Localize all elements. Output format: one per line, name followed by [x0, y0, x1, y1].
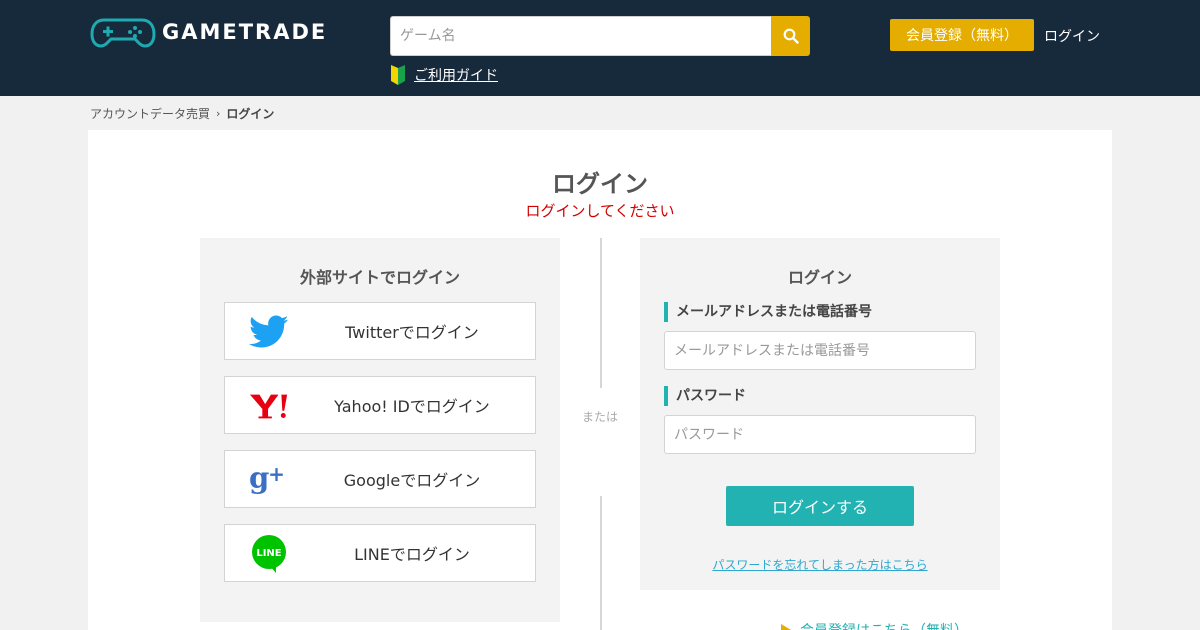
guide-link[interactable]: ご利用ガイド [390, 64, 498, 86]
svg-text:g: g [249, 461, 269, 494]
email-field[interactable] [664, 331, 976, 370]
line-login-button[interactable]: LINE LINEでログイン [224, 524, 536, 582]
search-box [390, 16, 810, 56]
login-link[interactable]: ログイン [1044, 26, 1100, 46]
google-login-button[interactable]: g + Googleでログイン [224, 450, 536, 508]
gamepad-icon [90, 18, 156, 48]
google-plus-icon: g + [249, 461, 289, 499]
chevron-right-icon: › [216, 106, 221, 120]
password-field[interactable] [664, 415, 976, 454]
logo-text: GAMETRADE [162, 20, 328, 44]
social-login-title: 外部サイトでログイン [299, 268, 460, 287]
login-prompt-message: ログインしてください [525, 202, 675, 220]
divider-line [600, 496, 602, 630]
yahoo-login-label: Yahoo! IDでログイン [334, 397, 490, 416]
login-form-title: ログイン [787, 268, 852, 287]
password-field-label: パスワード [664, 386, 746, 406]
yahoo-icon [249, 387, 289, 425]
twitter-icon [249, 313, 289, 351]
line-login-label: LINEでログイン [354, 545, 470, 564]
social-login-panel: 外部サイトでログイン Twitterでログイン Yahoo! IDでログイン g… [200, 238, 560, 622]
google-login-label: Googleでログイン [343, 471, 481, 490]
email-field-label: メールアドレスまたは電話番号 [664, 302, 872, 322]
search-icon [783, 28, 799, 44]
divider-text: または [581, 410, 618, 424]
twitter-login-button[interactable]: Twitterでログイン [224, 302, 536, 360]
svg-text:+: + [268, 462, 285, 486]
site-logo[interactable]: GAMETRADE [90, 16, 327, 48]
breadcrumb-item-current: ログイン [226, 106, 275, 121]
arrow-icon [781, 624, 791, 630]
login-submit-button[interactable]: ログインする [726, 486, 914, 526]
breadcrumb: アカウントデータ売買 › ログイン [90, 104, 274, 122]
search-input[interactable] [390, 16, 771, 56]
register-link[interactable]: 会員登録はこちら（無料） [780, 620, 968, 630]
divider-line [600, 238, 602, 388]
twitter-login-label: Twitterでログイン [345, 323, 479, 342]
breadcrumb-item-home[interactable]: アカウントデータ売買 [90, 105, 210, 122]
forgot-password-link[interactable]: パスワードを忘れてしまった方はこちら [640, 556, 1000, 573]
login-card: ログイン ログインしてください 外部サイトでログイン Twitterでログイン … [88, 130, 1112, 630]
beginner-mark-icon [391, 65, 405, 85]
login-form-panel: ログイン メールアドレスまたは電話番号 パスワード ログインする パスワードを忘… [640, 238, 1000, 590]
search-button[interactable] [771, 16, 810, 56]
guide-label: ご利用ガイド [414, 68, 498, 84]
page-title: ログイン [552, 170, 648, 198]
site-header: GAMETRADE ご利用ガイド 会員登録（無料） ログイン [0, 0, 1200, 96]
svg-text:LINE: LINE [256, 548, 281, 559]
line-icon: LINE [249, 535, 289, 573]
register-link-label: 会員登録はこちら（無料） [800, 620, 968, 630]
yahoo-login-button[interactable]: Yahoo! IDでログイン [224, 376, 536, 434]
register-button[interactable]: 会員登録（無料） [890, 19, 1034, 51]
